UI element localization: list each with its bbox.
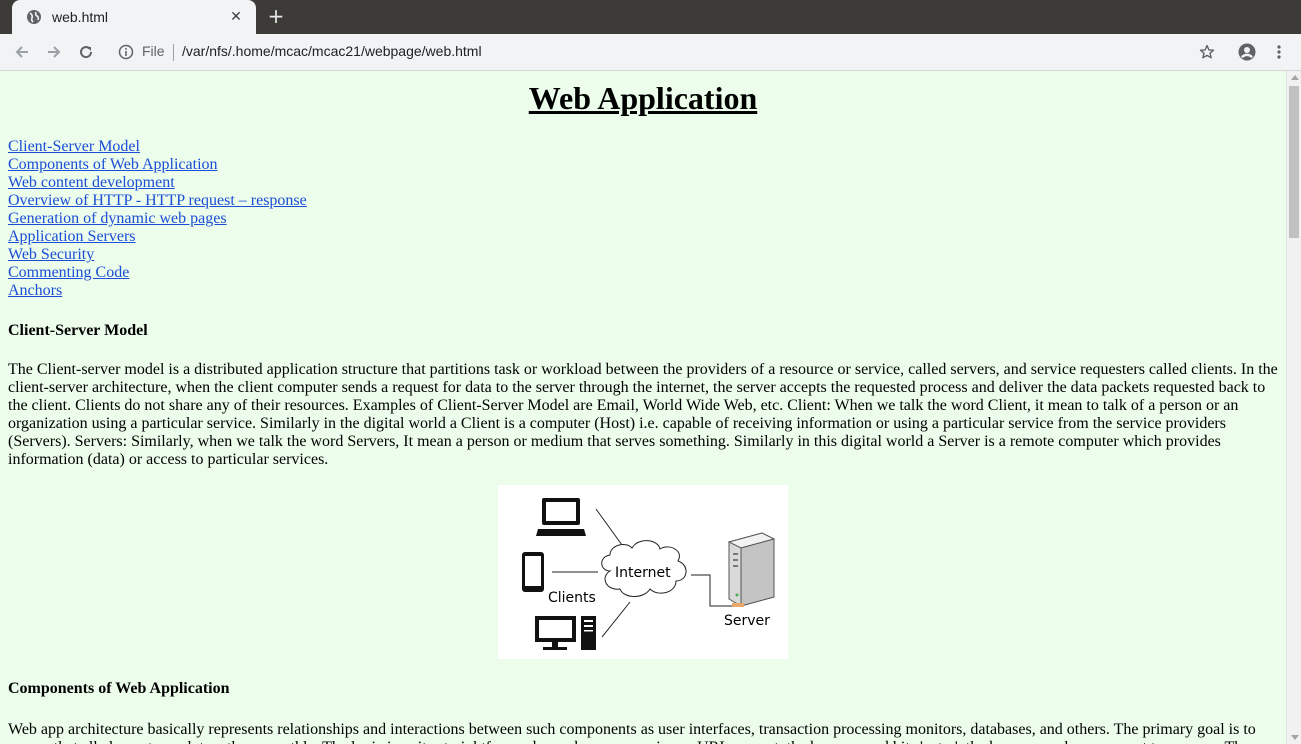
- section-heading-client-server: Client-Server Model: [8, 322, 148, 339]
- address-bar[interactable]: /var/nfs/.home/mcac/mcac21/webpage/web.h…: [182, 43, 482, 59]
- reload-button[interactable]: [76, 42, 96, 62]
- star-icon: [1199, 44, 1215, 59]
- tab-web-html[interactable]: web.html ✕: [12, 0, 256, 34]
- omnibox-scheme-label: File: [142, 43, 165, 59]
- tab-close-icon[interactable]: ✕: [228, 9, 244, 25]
- profile-button[interactable]: [1237, 42, 1257, 62]
- laptop-icon: [536, 498, 586, 536]
- section-heading-components: Components of Web Application: [8, 680, 230, 697]
- browser-toolbar: File /var/nfs/.home/mcac/mcac21/webpage/…: [0, 34, 1301, 71]
- account-icon: [1238, 43, 1256, 61]
- toc-link-anchors[interactable]: Anchors: [8, 282, 307, 300]
- scrollbar-thumb[interactable]: [1289, 86, 1299, 238]
- arrow-left-icon: [15, 46, 28, 58]
- omnibox-separator: [173, 44, 174, 61]
- server-tower-icon: [727, 532, 776, 607]
- reload-icon: [80, 46, 93, 59]
- back-button[interactable]: [12, 42, 32, 62]
- tab-strip: web.html ✕ +: [0, 0, 1301, 34]
- forward-button[interactable]: [44, 42, 64, 62]
- toc-link-components[interactable]: Components of Web Application: [8, 156, 307, 174]
- desktop-computer-icon: [535, 616, 596, 650]
- table-of-contents: Client-Server Model Components of Web Ap…: [8, 138, 307, 300]
- page-viewport: Web Application Client-Server Model Comp…: [0, 71, 1286, 744]
- new-tab-button[interactable]: +: [264, 6, 288, 28]
- site-info-icon[interactable]: [118, 44, 134, 60]
- toc-link-client-server[interactable]: Client-Server Model: [8, 138, 307, 156]
- scroll-down-arrow-icon[interactable]: [1291, 735, 1299, 740]
- toc-link-web-content[interactable]: Web content development: [8, 174, 307, 192]
- clients-label: Clients: [548, 590, 596, 606]
- section-text-components: Web app architecture basically represent…: [8, 721, 1256, 744]
- toc-link-web-security[interactable]: Web Security: [8, 246, 307, 264]
- vertical-scrollbar[interactable]: [1286, 71, 1301, 744]
- page-title: Web Application: [528, 80, 758, 116]
- toc-link-http[interactable]: Overview of HTTP - HTTP request – respon…: [8, 192, 307, 210]
- server-label: Server: [724, 613, 770, 629]
- tab-title: web.html: [52, 9, 109, 25]
- toc-link-dynamic-pages[interactable]: Generation of dynamic web pages: [8, 210, 307, 228]
- kebab-menu-icon: [1277, 45, 1281, 59]
- scroll-up-arrow-icon[interactable]: [1291, 75, 1299, 80]
- toc-link-commenting-code[interactable]: Commenting Code: [8, 264, 307, 282]
- menu-button[interactable]: [1269, 42, 1289, 62]
- toc-link-app-servers[interactable]: Application Servers: [8, 228, 307, 246]
- bookmark-star-button[interactable]: [1197, 42, 1217, 62]
- arrow-right-icon: [48, 46, 61, 58]
- section-text-client-server: The Client-server model is a distributed…: [8, 361, 1278, 468]
- client-server-diagram: Internet Clients Server: [498, 485, 788, 659]
- internet-label: Internet: [615, 565, 671, 581]
- smartphone-icon: [522, 552, 544, 592]
- globe-icon: [26, 9, 42, 25]
